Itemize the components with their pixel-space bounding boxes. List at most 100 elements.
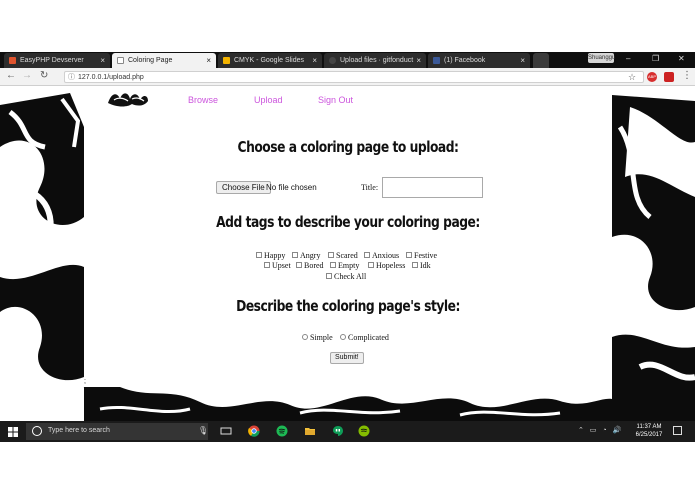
search-placeholder: Type here to search <box>48 427 110 434</box>
spotify-icon[interactable] <box>276 425 288 437</box>
checkbox[interactable] <box>368 262 374 268</box>
upload-heading: Choose a coloring page to upload: <box>237 138 459 156</box>
taskbar-search-box[interactable]: Type here to search 🎙 <box>26 423 208 440</box>
tag-label: Scared <box>336 251 358 260</box>
file-explorer-icon[interactable] <box>304 425 316 437</box>
tag-label: Upset <box>272 261 291 270</box>
reload-icon[interactable]: ↻ <box>40 70 48 81</box>
stray-character: ; <box>84 378 86 385</box>
checkbox[interactable] <box>264 262 270 268</box>
checkbox[interactable] <box>326 273 332 279</box>
back-icon[interactable]: ← <box>6 70 16 81</box>
system-tray-icons[interactable]: ⌃ ▭ ◔ 🔊 <box>578 426 623 434</box>
tag-checkbox-check-all[interactable]: Check All <box>326 272 366 281</box>
clock-time: 11:37 AM <box>636 424 662 430</box>
tag-label: Happy <box>264 251 286 260</box>
checkbox[interactable] <box>256 252 262 258</box>
checkbox[interactable] <box>364 252 370 258</box>
tag-checkbox-anxious[interactable]: Anxious <box>364 251 399 260</box>
close-tab-icon[interactable]: × <box>312 53 317 68</box>
windows-start-icon[interactable] <box>8 427 18 437</box>
forward-icon[interactable]: → <box>22 70 32 81</box>
adblock-icon[interactable]: ABP <box>647 72 657 82</box>
nav-upload-link[interactable]: Upload <box>254 95 283 105</box>
tab-label: CMYK - Google Slides <box>234 57 305 64</box>
tag-checkbox-festive[interactable]: Festive <box>406 251 437 260</box>
microphone-icon[interactable]: 🎙 <box>198 426 208 435</box>
tag-checkbox-angry[interactable]: Angry <box>292 251 320 260</box>
cortana-icon <box>32 426 42 436</box>
tab-label: Coloring Page <box>128 57 173 64</box>
style-radio-complicated[interactable]: Complicated <box>340 333 389 342</box>
tag-checkbox-bored[interactable]: Bored <box>296 261 324 270</box>
hangouts-icon[interactable] <box>332 425 344 437</box>
radio-button[interactable] <box>302 334 308 340</box>
slides-favicon-icon <box>223 57 230 64</box>
nav-sign-out-link[interactable]: Sign Out <box>318 95 353 105</box>
tab-facebook[interactable]: (1) Facebook × <box>428 53 530 68</box>
page-content: Browse Upload Sign Out Choose a coloring… <box>84 87 612 387</box>
tag-checkbox-idk[interactable]: Idk <box>412 261 431 270</box>
tab-label: (1) Facebook <box>444 57 486 64</box>
site-logo-icon[interactable] <box>106 89 150 109</box>
checkbox[interactable] <box>328 252 334 258</box>
close-window-icon[interactable]: ✕ <box>678 54 685 63</box>
radio-button[interactable] <box>340 334 346 340</box>
easyphp-favicon-icon <box>9 57 16 64</box>
close-tab-icon[interactable]: × <box>416 53 421 68</box>
submit-button[interactable]: Submit! <box>330 352 364 364</box>
checkbox[interactable] <box>406 252 412 258</box>
tag-checkbox-upset[interactable]: Upset <box>264 261 291 270</box>
nav-browse-link[interactable]: Browse <box>188 95 218 105</box>
tab-coloring-page[interactable]: Coloring Page × <box>112 53 216 68</box>
tag-label: Hopeless <box>376 261 406 270</box>
tags-heading: Add tags to describe your coloring page: <box>216 213 480 231</box>
address-bar[interactable]: ⓘ 127.0.0.1/upload.php <box>64 71 644 83</box>
tag-checkbox-hopeless[interactable]: Hopeless <box>368 261 405 270</box>
choose-file-button[interactable]: Choose File <box>216 181 271 194</box>
checkbox[interactable] <box>296 262 302 268</box>
tag-label: Empty <box>338 261 360 270</box>
new-tab-button[interactable] <box>533 53 549 68</box>
close-tab-icon[interactable]: × <box>520 53 525 68</box>
github-favicon-icon <box>329 57 336 64</box>
task-view-icon[interactable] <box>220 425 232 437</box>
checkbox[interactable] <box>292 252 298 258</box>
tab-easyphp[interactable]: EasyPHP Devserver × <box>4 53 110 68</box>
url-text: 127.0.0.1/upload.php <box>78 74 144 81</box>
tag-label: Festive <box>414 251 438 260</box>
tag-label: Bored <box>304 261 324 270</box>
tag-label: Idk <box>420 261 431 270</box>
action-center-icon[interactable] <box>673 426 682 435</box>
profile-chip[interactable]: Shuanggu <box>588 53 615 63</box>
tab-google-slides[interactable]: CMYK - Google Slides × <box>218 53 322 68</box>
close-tab-icon[interactable]: × <box>100 53 105 68</box>
tab-upload-files[interactable]: Upload files · gitfonduct × <box>324 53 426 68</box>
tag-checkbox-scared[interactable]: Scared <box>328 251 358 260</box>
tag-label: Angry <box>300 251 321 260</box>
title-label: Title: <box>361 183 379 192</box>
tab-label: EasyPHP Devserver <box>20 57 84 64</box>
bookmark-star-icon[interactable]: ☆ <box>628 72 636 83</box>
chrome-icon[interactable] <box>248 425 260 437</box>
info-icon[interactable]: ⓘ <box>68 72 75 83</box>
tab-label: Upload files · gitfonduct <box>340 57 414 64</box>
close-tab-icon[interactable]: × <box>206 53 211 68</box>
page-viewport: Browse Upload Sign Out Choose a coloring… <box>0 87 695 421</box>
taskbar-clock[interactable]: 11:37 AM 6/25/2017 <box>632 423 666 439</box>
minimize-icon[interactable]: – <box>626 54 630 63</box>
checkbox[interactable] <box>412 262 418 268</box>
tag-checkbox-empty[interactable]: Empty <box>330 261 359 270</box>
tag-checkbox-happy[interactable]: Happy <box>256 251 285 260</box>
file-status-text: No file chosen <box>266 183 317 192</box>
screenshot: EasyPHP Devserver × Coloring Page × CMYK… <box>0 52 695 442</box>
style-label: Simple <box>310 333 333 342</box>
tag-label: Anxious <box>372 251 400 260</box>
extension-icon[interactable] <box>664 72 674 82</box>
spotify-alt-icon[interactable] <box>358 425 370 437</box>
menu-dots-icon[interactable]: ⋮ <box>682 70 692 81</box>
style-radio-simple[interactable]: Simple <box>302 333 333 342</box>
maximize-icon[interactable]: ❐ <box>652 54 659 63</box>
checkbox[interactable] <box>330 262 336 268</box>
title-input[interactable] <box>382 177 483 198</box>
